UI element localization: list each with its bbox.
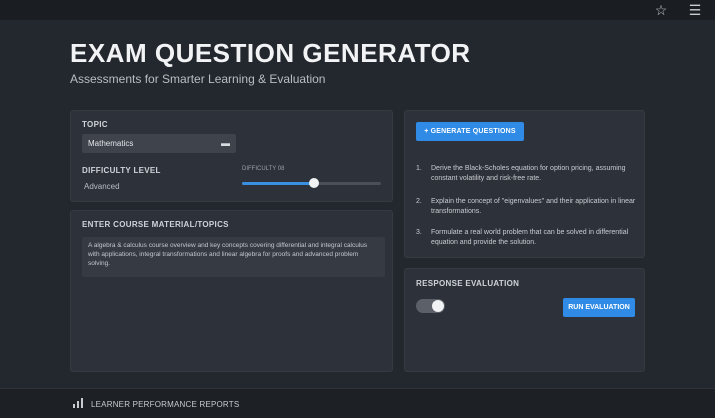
top-bar: ☆ ☰ [0,0,715,20]
course-material-textarea[interactable]: A algebra & calculus course overview and… [82,237,385,277]
star-icon[interactable]: ☆ [653,2,669,18]
run-evaluation-button[interactable]: RUN EVALUATION [563,298,635,317]
question-number: 3. [416,229,422,236]
difficulty-slider[interactable] [242,178,381,188]
app-window: ☆ ☰ EXAM QUESTION GENERATOR Assessments … [0,0,715,418]
settings-panel: TOPIC Mathematics ▬ DIFFICULTY LEVEL Adv… [70,110,393,202]
bar-chart-icon [73,398,83,408]
toggle-knob [432,300,444,312]
page-title: EXAM QUESTION GENERATOR [70,38,471,68]
difficulty-value: Advanced [84,182,120,191]
question-number: 1. [416,165,422,172]
topic-select[interactable]: Mathematics ▬ [82,134,236,153]
generate-questions-button[interactable]: + GENERATE QUESTIONS [416,122,524,141]
page-subtitle: Assessments for Smarter Learning & Evalu… [70,72,326,86]
difficulty-label: DIFFICULTY LEVEL [82,166,161,175]
topic-select-value: Mathematics [88,139,134,148]
questions-panel: + GENERATE QUESTIONS 1. Derive the Black… [404,110,645,258]
question-text: Formulate a real world problem that can … [431,229,629,246]
hamburger-menu-icon[interactable]: ☰ [687,2,703,18]
question-number: 2. [416,198,422,205]
course-material-panel: ENTER COURSE MATERIAL/TOPICS A algebra &… [70,210,393,372]
response-evaluation-label: RESPONSE EVALUATION [416,279,520,288]
course-material-label: ENTER COURSE MATERIAL/TOPICS [82,220,229,229]
dropdown-icon: ▬ [221,138,230,148]
slider-thumb[interactable] [309,178,320,188]
slider-fill [242,182,315,185]
evaluation-toggle[interactable] [416,299,445,313]
slider-caption: DIFFICULTY 08 [242,166,285,172]
response-evaluation-panel: RESPONSE EVALUATION RUN EVALUATION [404,268,645,372]
topic-label: TOPIC [82,120,108,129]
question-text: Explain the concept of "eigenvalues" and… [431,198,636,215]
learner-performance-reports-link[interactable]: LEARNER PERFORMANCE REPORTS [91,400,239,409]
question-text: Derive the Black-Scholes equation for op… [431,165,626,182]
footer-bar: LEARNER PERFORMANCE REPORTS [0,388,715,418]
